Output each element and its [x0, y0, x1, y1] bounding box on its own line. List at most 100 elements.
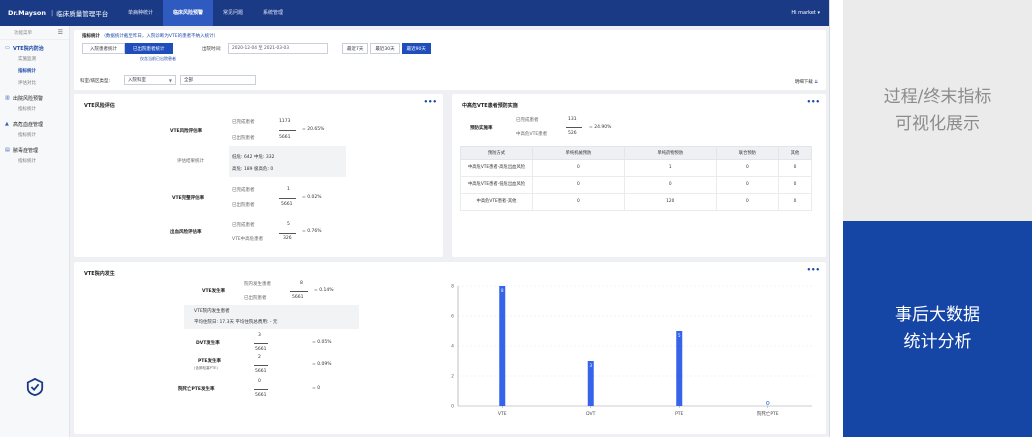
column-header: 单纯药物预防 [623, 146, 717, 160]
rate-value: = 0.76% [302, 229, 322, 234]
risk-rate-label: VTE风险评估率 [170, 129, 203, 134]
download-link[interactable]: 明细下载 ⇊ [795, 79, 818, 85]
bar-value-label: 5 [678, 333, 681, 338]
x-tick-label: PTE [675, 411, 683, 417]
numerator-label: 院内发生患者 [244, 282, 271, 287]
caption-line: 可视化展示 [894, 113, 980, 134]
sidebar-item-compare[interactable]: 评估对比 [0, 78, 69, 90]
table-cell: 0 [623, 176, 717, 194]
bar [499, 286, 506, 406]
bleed-rate-label: 出血风险评估率 [170, 230, 202, 235]
table-cell: 0 [715, 193, 780, 211]
app-logo[interactable]: Dr.Mayson | 临床质量管理平台 [0, 8, 108, 18]
denominator-value: 326 [283, 236, 292, 241]
result-line: 高危: 189 极高危: 0 [232, 167, 274, 172]
rate-value: = 0.14% [314, 288, 334, 293]
column-header: 联合预防 [715, 146, 780, 160]
table-cell: 0 [778, 159, 812, 177]
brand-shield-icon [26, 378, 44, 396]
column-header: 其他 [778, 146, 812, 160]
tab-inpatient[interactable]: 入院患者统计 [82, 43, 125, 54]
column-header: 预防方式 [460, 146, 533, 160]
pte-rate-label: PTE发生率 [198, 359, 221, 364]
y-tick-label: 0 [451, 404, 454, 410]
quick-90-days-button[interactable]: 最近90天 [401, 43, 431, 54]
denominator-value: 5661 [255, 393, 267, 398]
tab-discharged[interactable]: 已出院患者统计 [125, 43, 173, 54]
sidebar-item-stats[interactable]: 指标统计 [0, 130, 69, 142]
sidebar-group-blood[interactable]: ▲ 高危血症管理 [0, 118, 69, 130]
card-title: VTE风险评估 [84, 103, 115, 109]
more-icon[interactable]: ••• [424, 98, 437, 106]
sidebar-group-vte[interactable]: ▭ VTE院内防治 [0, 42, 69, 54]
table-row: 中高危VTE患者-其他 0 120 0 0 [460, 193, 812, 211]
table-row: 中高危VTE患者-高危出血风险 0 1 0 0 [460, 159, 812, 177]
list-icon: ▤ [5, 147, 10, 153]
process-indicator-panel: 过程/终末指标 可视化展示 [843, 0, 1032, 221]
nav-system[interactable]: 系统管理 [253, 0, 293, 26]
fraction-line [279, 198, 296, 199]
logo-title: 临床质量管理平台 [56, 10, 109, 18]
rate-value: = 0.05% [312, 340, 332, 345]
denominator-label: 中高危VTE患者 [516, 132, 548, 137]
app-root: Dr.Mayson | 临床质量管理平台 单病种统计 临床风险预警 常见问题 系统管… [0, 0, 1032, 437]
sidebar-group-discharge[interactable]: ▥ 出院风险预警 [0, 92, 69, 104]
quick-30-days-button[interactable]: 最近30天 [370, 43, 400, 54]
filter-notice: （数据统计截至昨日，入院诊断为VTE的患者不纳入统计） [101, 34, 219, 39]
card-title: 中高危VTE患者预防实施 [462, 103, 518, 109]
column-header: 单纯机械预防 [532, 146, 625, 160]
more-icon[interactable]: ••• [807, 266, 820, 274]
panel-caption: 事后大数据 统计分析 [895, 302, 980, 356]
fraction-line [254, 389, 268, 390]
caption-line: 过程/终末指标 [883, 86, 992, 107]
stat-type-tabs: 入院患者统计 已出院患者统计 [82, 43, 173, 54]
caption-line: 事后大数据 [895, 305, 980, 325]
bar-value-label: 3 [589, 363, 592, 368]
date-range-input[interactable]: 2020-12-04 至 2021-03-03 [228, 43, 328, 54]
shield-icon: ▭ [5, 45, 10, 51]
fraction-line [290, 291, 308, 292]
numerator-value: 2 [258, 355, 261, 360]
table-cell: 120 [623, 193, 717, 211]
collapse-icon[interactable]: ☰ [58, 29, 63, 36]
x-tick-label: DVT [586, 411, 595, 417]
numerator-label: 已完成患者 [232, 188, 255, 193]
table-header-row: 预防方式 单纯机械预防 单纯药物预防 联合预防 其他 [460, 146, 812, 160]
sidebar-item-stats[interactable]: 指标统计 [0, 104, 69, 116]
denominator-label: 已出院患者 [232, 136, 255, 141]
numerator-value: 131 [568, 117, 577, 122]
dept-select[interactable]: 全部 [180, 75, 256, 85]
table-cell: 0 [715, 176, 780, 194]
sidebar-header-label: 功能菜单 [14, 30, 32, 36]
bar-chart-icon: ▥ [5, 95, 10, 101]
table-cell: 0 [532, 193, 625, 211]
nav-single-disease[interactable]: 单病种统计 [118, 0, 163, 26]
pte-sub-label: (含肺栓塞PTE) [194, 366, 218, 370]
occurrence-bar-chart: 0 2 4 6 8 8 VTE 3 DVT 5 PTE 院死亡PTE [451, 284, 812, 417]
fraction-line [279, 130, 296, 131]
rate-value: = 24.90% [589, 125, 612, 130]
user-menu[interactable]: Hi market ▾ [791, 0, 820, 26]
death-pte-rate-label: 院死亡PTE发生率 [178, 387, 215, 392]
download-icon: ⇊ [814, 80, 818, 85]
sidebar-item-stats[interactable]: 指标统计 [0, 156, 69, 168]
more-icon[interactable]: ••• [807, 98, 820, 106]
sidebar-group-label: 脓毒症管理 [13, 147, 39, 154]
table-cell: 中高危VTE患者-其他 [460, 193, 533, 211]
sidebar-group-sepsis[interactable]: ▤ 脓毒症管理 [0, 144, 69, 156]
sidebar-item-stats[interactable]: 指标统计 [0, 66, 69, 78]
quick-7-days-button[interactable]: 最近7天 [342, 43, 369, 54]
nav-faq[interactable]: 常见问题 [213, 0, 253, 26]
denominator-value: 5661 [279, 135, 291, 140]
numerator-value: 3 [258, 333, 261, 338]
numerator-value: 1173 [279, 119, 291, 124]
vte-occurrence-card: VTE院内发生 ••• VTE发生率 院内发生患者 8 已出院患者 5661 =… [74, 262, 826, 434]
result-box [229, 146, 346, 177]
sidebar-item-monitor[interactable]: 实施监测 [0, 54, 69, 66]
filter-panel: 指标统计 （数据统计截至昨日，入院诊断为VTE的患者不纳入统计） 入院患者统计 … [74, 30, 826, 90]
nav-clinical-risk[interactable]: 临床风险预警 [163, 0, 214, 26]
numerator-label: 已完成患者 [516, 118, 539, 123]
fraction-line [279, 233, 296, 234]
dept-type-select[interactable]: 入院科室 ▼ [124, 75, 176, 85]
rate-value: = 0 [312, 386, 321, 391]
